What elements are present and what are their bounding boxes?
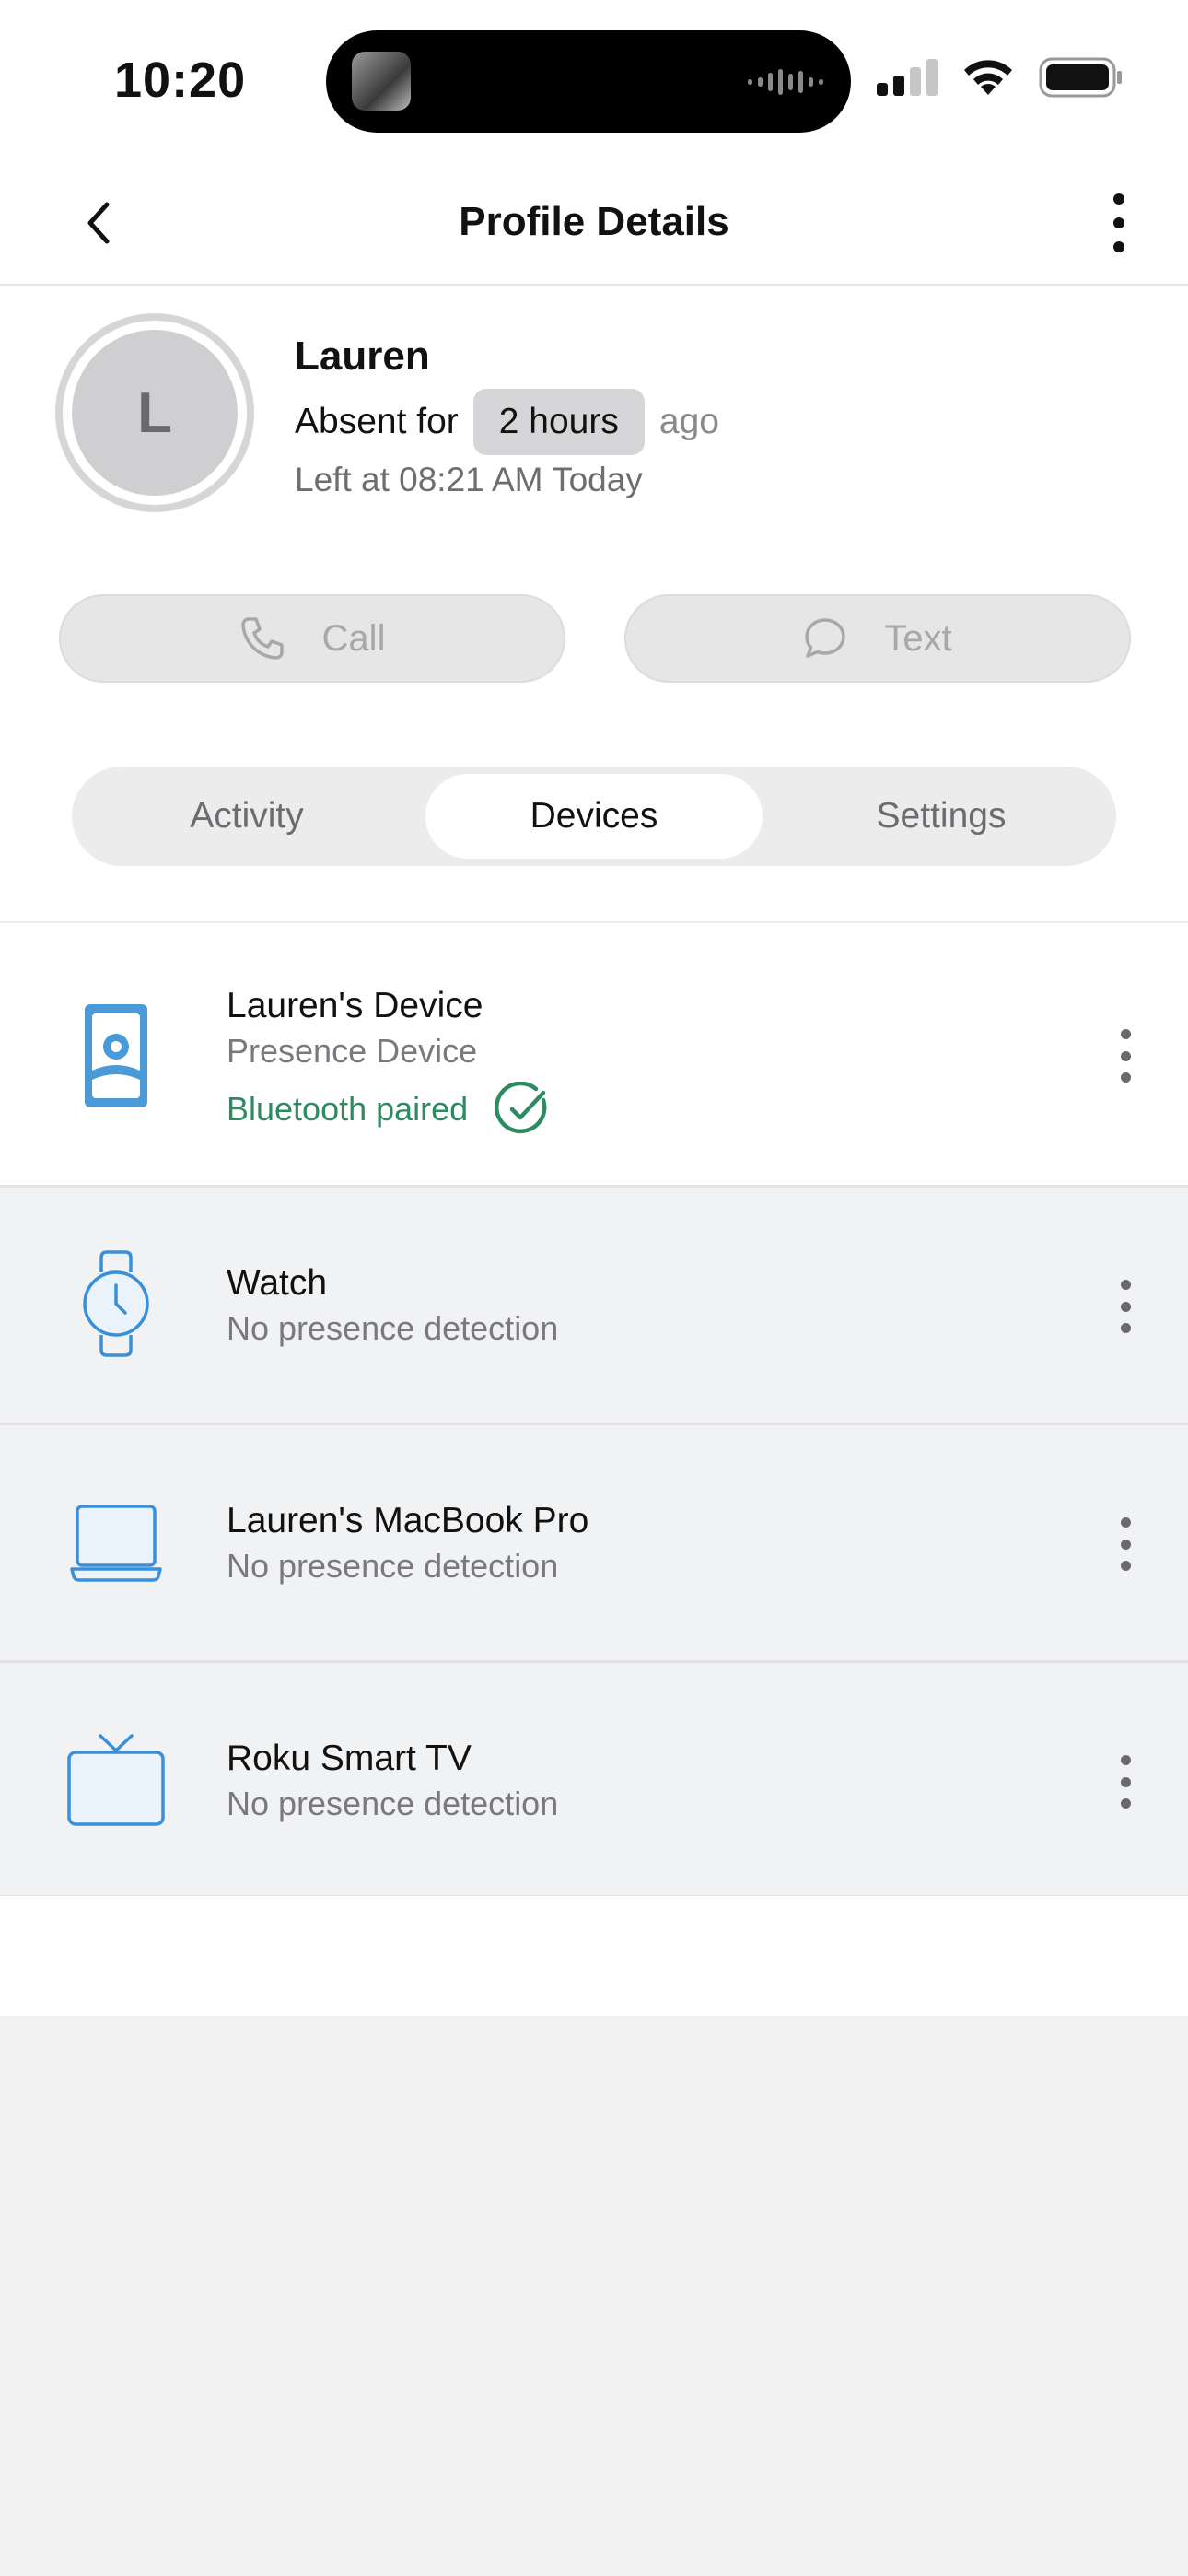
device-row[interactable]: Lauren's Device Presence Device Bluetoot… xyxy=(0,921,1188,1185)
tab-devices[interactable]: Devices xyxy=(425,774,763,859)
battery-icon xyxy=(1039,57,1122,98)
absent-duration-badge: 2 hours xyxy=(472,389,645,455)
text-label: Text xyxy=(884,617,952,659)
more-options-button[interactable] xyxy=(1105,193,1133,252)
dynamic-island xyxy=(326,30,851,133)
absent-suffix: ago xyxy=(658,402,719,441)
more-dot xyxy=(1113,193,1124,205)
now-playing-thumbnail xyxy=(352,52,411,111)
status-bar: 10:20 xyxy=(0,0,1188,157)
segmented-tabs: Activity Devices Settings xyxy=(72,767,1116,866)
tv-icon xyxy=(64,1724,168,1834)
device-subtitle: No presence detection xyxy=(227,1547,559,1585)
device-name: Lauren's Device xyxy=(227,986,483,1025)
status-time: 10:20 xyxy=(114,53,247,108)
avatar-initial: L xyxy=(72,330,238,496)
wifi-icon xyxy=(964,60,1012,95)
profile-name: Lauren xyxy=(295,334,430,379)
list-footer-spacer xyxy=(0,1896,1188,2016)
text-button[interactable]: Text xyxy=(624,594,1131,683)
device-list: Lauren's Device Presence Device Bluetoot… xyxy=(0,921,1188,1898)
device-more-button[interactable] xyxy=(1114,1517,1136,1571)
tab-settings[interactable]: Settings xyxy=(766,774,1116,859)
audio-waveform-icon xyxy=(748,67,823,97)
device-more-button[interactable] xyxy=(1114,1280,1136,1333)
navigation-header: Profile Details xyxy=(0,157,1188,286)
device-row[interactable]: Watch No presence detection xyxy=(0,1185,1188,1423)
device-row[interactable]: Roku Smart TV No presence detection xyxy=(0,1660,1188,1898)
watch-icon xyxy=(64,1248,168,1359)
device-name: Watch xyxy=(227,1263,328,1303)
left-at-text: Left at 08:21 AM Today xyxy=(295,461,643,498)
device-row[interactable]: Lauren's MacBook Pro No presence detecti… xyxy=(0,1423,1188,1660)
device-subtitle: No presence detection xyxy=(227,1785,559,1822)
device-name: Lauren's MacBook Pro xyxy=(227,1501,589,1540)
bluetooth-status-label: Bluetooth paired xyxy=(227,1090,469,1128)
absent-label: Absent for xyxy=(295,402,459,441)
page-title: Profile Details xyxy=(459,199,729,244)
device-name: Roku Smart TV xyxy=(227,1739,472,1778)
laptop-icon xyxy=(64,1486,168,1597)
device-subtitle: Presence Device xyxy=(227,1032,478,1070)
phone-icon xyxy=(240,617,284,660)
device-more-button[interactable] xyxy=(1114,1755,1136,1809)
message-bubble-icon xyxy=(805,618,846,658)
cellular-signal-icon xyxy=(877,59,938,96)
presence-device-icon xyxy=(64,1001,168,1111)
absence-status: Absent for 2 hours ago xyxy=(295,389,719,455)
device-more-button[interactable] xyxy=(1114,1029,1136,1083)
more-dot xyxy=(1113,217,1124,228)
tab-activity[interactable]: Activity xyxy=(72,774,422,859)
call-button[interactable]: Call xyxy=(59,594,565,683)
avatar: L xyxy=(55,313,254,512)
check-circle-icon xyxy=(495,1082,547,1134)
device-subtitle: No presence detection xyxy=(227,1309,559,1347)
more-dot xyxy=(1113,241,1124,252)
call-label: Call xyxy=(321,617,386,659)
status-icons xyxy=(877,57,1124,98)
bluetooth-status: Bluetooth paired xyxy=(227,1082,551,1137)
profile-card: L Lauren Absent for 2 hours ago Left at … xyxy=(0,286,1188,921)
